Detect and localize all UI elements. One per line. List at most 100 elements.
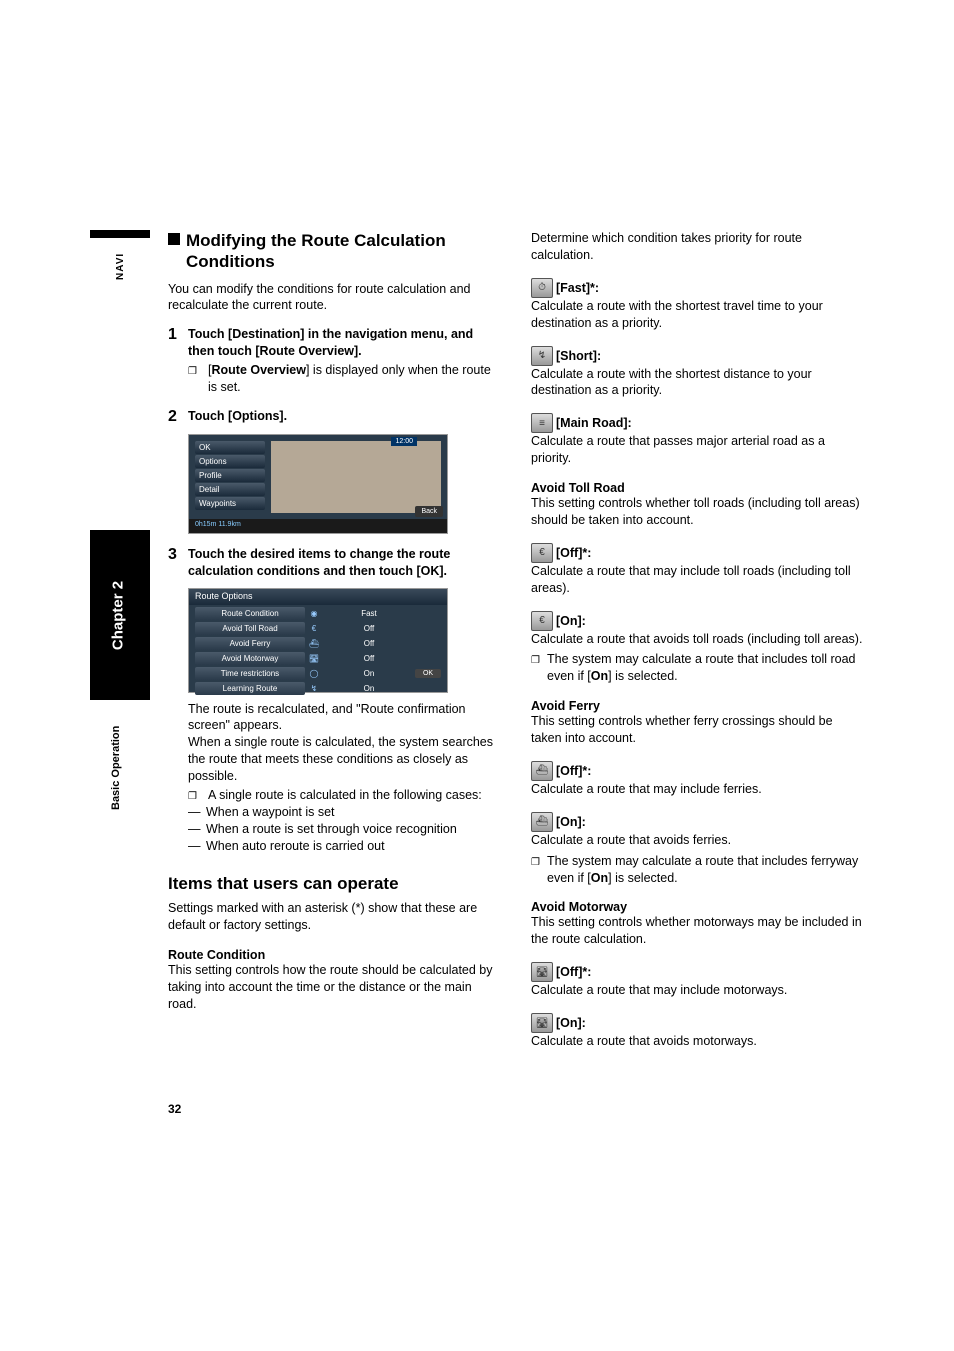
- avoid-ferry-title: Avoid Ferry: [531, 699, 864, 713]
- step-3: 3 Touch the desired items to change the …: [168, 546, 501, 580]
- step-1-note: [Route Overview] is displayed only when …: [188, 362, 501, 396]
- ss1-statusbar: 0h15m 11.9km: [189, 519, 447, 533]
- toll-off-option: € [Off]*:: [531, 543, 864, 563]
- ss1-menu-options: Options: [195, 455, 265, 468]
- main-road-icon: ≡: [531, 413, 553, 433]
- ferry-off-desc: Calculate a route that may include ferri…: [531, 781, 864, 798]
- motorway-off-label: [Off]*:: [556, 965, 591, 979]
- short-icon: ↯: [531, 346, 553, 366]
- note-bullet-icon: [531, 651, 547, 685]
- items-heading: Items that users can operate: [168, 874, 501, 894]
- note-bullet-icon: [188, 362, 198, 396]
- chapter-tab: Chapter 2: [90, 530, 150, 700]
- ss2-row-route-condition: Route Condition ◉ Fast: [195, 607, 441, 621]
- ferry-note: The system may calculate a route that in…: [531, 853, 864, 887]
- ferry-on-option: ⛴ [On]:: [531, 812, 864, 832]
- short-label: [Short]:: [556, 349, 601, 363]
- avoid-motorway-title: Avoid Motorway: [531, 900, 864, 914]
- motorway-off-icon: 🛣: [531, 962, 553, 982]
- ss2-row-avoid-toll: Avoid Toll Road € Off: [195, 622, 441, 636]
- ss2-ok-button: OK: [415, 669, 441, 678]
- ss2-title: Route Options: [189, 589, 447, 605]
- step-2-number: 2: [168, 408, 188, 426]
- page-number: 32: [168, 1102, 181, 1116]
- toll-off-label: [Off]*:: [556, 546, 591, 560]
- ferry-off-icon: ⛴: [531, 761, 553, 781]
- case-reroute: —When auto reroute is carried out: [188, 838, 501, 855]
- step-1-note-text: [Route Overview] is displayed only when …: [208, 362, 501, 396]
- motorway-on-icon: 🛣: [531, 1013, 553, 1033]
- ss2-row-time-restrictions: Time restrictions ◯ On OK: [195, 667, 441, 681]
- main-road-label: [Main Road]:: [556, 416, 632, 430]
- avoid-toll-body: This setting controls whether toll roads…: [531, 495, 864, 529]
- motorway-on-option: 🛣 [On]:: [531, 1013, 864, 1033]
- navi-label: NAVI: [115, 253, 126, 280]
- ss1-menu-ok: OK: [195, 441, 265, 454]
- side-marker: [90, 230, 150, 238]
- ferry-off-label: [Off]*:: [556, 764, 591, 778]
- step-1: 1 Touch [Destination] in the navigation …: [168, 326, 501, 360]
- step-1-text: Touch [Destination] in the navigation me…: [188, 326, 501, 360]
- ferry-on-label: [On]:: [556, 815, 586, 829]
- ss1-clock: 12:00: [391, 437, 417, 446]
- section-heading-row: Modifying the Route Calculation Conditio…: [168, 230, 501, 273]
- left-column: Modifying the Route Calculation Conditio…: [168, 230, 501, 1050]
- ss2-body: Route Condition ◉ Fast Avoid Toll Road €…: [195, 607, 441, 697]
- motorway-on-label: [On]:: [556, 1016, 586, 1030]
- section-heading: Modifying the Route Calculation Conditio…: [186, 230, 501, 273]
- toll-on-label: [On]:: [556, 614, 586, 628]
- toll-on-option: € [On]:: [531, 611, 864, 631]
- ss1-back-button: Back: [415, 506, 443, 517]
- motorway-off-desc: Calculate a route that may include motor…: [531, 982, 864, 999]
- motorway-on-desc: Calculate a route that avoids motorways.: [531, 1033, 864, 1050]
- route-condition-body: This setting controls how the route shou…: [168, 962, 501, 1013]
- case-waypoint: —When a waypoint is set: [188, 804, 501, 821]
- fast-label: [Fast]*:: [556, 281, 599, 295]
- motorway-off-option: 🛣 [Off]*:: [531, 962, 864, 982]
- toll-on-desc: Calculate a route that avoids toll roads…: [531, 631, 864, 648]
- ss1-menu-waypoints: Waypoints: [195, 497, 265, 510]
- chapter-label: Chapter 2: [110, 536, 127, 696]
- step-3-text: Touch the desired items to change the ro…: [188, 546, 501, 580]
- items-body: Settings marked with an asterisk (*) sho…: [168, 900, 501, 934]
- main-road-option: ≡ [Main Road]:: [531, 413, 864, 433]
- single-route-intro: A single route is calculated in the foll…: [188, 787, 501, 804]
- ferry-on-desc: Calculate a route that avoids ferries.: [531, 832, 864, 849]
- recalc-text: The route is recalculated, and "Route co…: [188, 701, 501, 785]
- avoid-toll-title: Avoid Toll Road: [531, 481, 864, 495]
- ss2-row-avoid-ferry: Avoid Ferry ⛴ Off: [195, 637, 441, 651]
- fast-icon: ⏱: [531, 278, 553, 298]
- main-road-desc: Calculate a route that passes major arte…: [531, 433, 864, 467]
- toll-note: The system may calculate a route that in…: [531, 651, 864, 685]
- step-1-number: 1: [168, 326, 188, 360]
- note-bullet-icon: [188, 787, 198, 804]
- ferry-on-icon: ⛴: [531, 812, 553, 832]
- route-condition-title: Route Condition: [168, 948, 501, 962]
- avoid-motorway-body: This setting controls whether motorways …: [531, 914, 864, 948]
- short-desc: Calculate a route with the shortest dist…: [531, 366, 864, 400]
- step-3-number: 3: [168, 546, 188, 580]
- ss1-menu-profile: Profile: [195, 469, 265, 482]
- intro-text: You can modify the conditions for route …: [168, 281, 501, 315]
- ss2-row-learning-route: Learning Route ↯ On: [195, 682, 441, 696]
- ferry-off-option: ⛴ [Off]*:: [531, 761, 864, 781]
- toll-on-icon: €: [531, 611, 553, 631]
- avoid-ferry-body: This setting controls whether ferry cros…: [531, 713, 864, 747]
- ss2-row-avoid-motorway: Avoid Motorway 🛣 Off: [195, 652, 441, 666]
- screenshot-route-overview: OK Options Profile Detail Waypoints 12:0…: [188, 434, 448, 534]
- ss1-menu-detail: Detail: [195, 483, 265, 496]
- note-bullet-icon: [531, 853, 547, 887]
- case-voice: —When a route is set through voice recog…: [188, 821, 501, 838]
- section-bullet-icon: [168, 233, 180, 245]
- screenshot-route-options: Route Options Route Condition ◉ Fast Avo…: [188, 588, 448, 693]
- fast-desc: Calculate a route with the shortest trav…: [531, 298, 864, 332]
- ss1-map: [271, 441, 441, 513]
- step-2-text: Touch [Options].: [188, 408, 287, 426]
- ss1-menu: OK Options Profile Detail Waypoints: [195, 441, 265, 511]
- determine-text: Determine which condition takes priority…: [531, 230, 864, 264]
- toll-off-icon: €: [531, 543, 553, 563]
- step-2: 2 Touch [Options].: [168, 408, 501, 426]
- fast-option: ⏱ [Fast]*:: [531, 278, 864, 298]
- short-option: ↯ [Short]:: [531, 346, 864, 366]
- basic-operation-label: Basic Operation: [110, 726, 122, 810]
